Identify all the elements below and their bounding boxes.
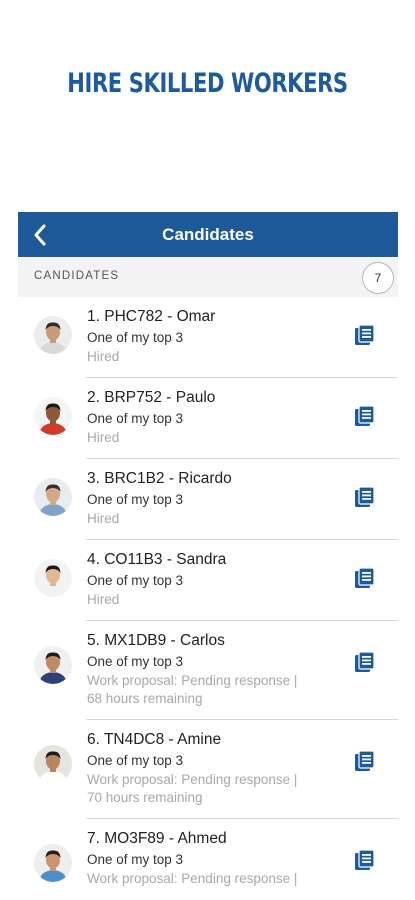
document-icon (355, 486, 375, 507)
candidate-name: 3. BRC1B2 - Ricardo (87, 470, 232, 487)
document-icon (355, 405, 375, 426)
candidate-status: Work proposal: Pending response | (87, 673, 298, 688)
candidate-name: 4. CO11B3 - Sandra (87, 551, 227, 568)
candidate-info: 2. BRP752 - Paulo One of my top 3 Hired (87, 387, 338, 447)
candidate-row[interactable]: 1. PHC782 - Omar One of my top 3 Hired (18, 297, 398, 378)
candidate-subtitle: One of my top 3 (87, 852, 184, 867)
candidate-row[interactable]: 5. MX1DB9 - Carlos One of my top 3 Work pr… (18, 621, 398, 720)
document-icon (355, 567, 375, 588)
candidate-subtitle: One of my top 3 (87, 573, 184, 588)
section-label: CANDIDATES (34, 270, 120, 282)
document-button[interactable] (354, 486, 376, 508)
candidate-info: 3. BRC1B2 - Ricardo One of my top 3 Hired (87, 468, 338, 528)
candidates-screen: Candidates CANDIDATES 7 1. PHC782 - Omar… (18, 212, 398, 900)
avatar (34, 844, 72, 882)
candidate-info: 4. CO11B3 - Sandra One of my top 3 Hired (87, 549, 338, 609)
candidate-status: Work proposal: Pending response | (87, 772, 298, 787)
candidate-name: 2. BRP752 - Paulo (87, 389, 216, 406)
candidate-row[interactable]: 3. BRC1B2 - Ricardo One of my top 3 Hired (18, 459, 398, 540)
document-icon (355, 849, 375, 870)
section-header: CANDIDATES 7 (18, 257, 398, 297)
document-icon (355, 651, 375, 672)
candidate-subtitle: One of my top 3 (87, 411, 184, 426)
candidate-row[interactable]: 4. CO11B3 - Sandra One of my top 3 Hired (18, 540, 398, 621)
document-icon (355, 324, 375, 345)
document-button[interactable] (354, 405, 376, 427)
navigation-bar: Candidates (18, 212, 398, 257)
candidate-name: 1. PHC782 - Omar (87, 308, 216, 325)
avatar (34, 745, 72, 783)
candidate-name: 6. TN4DC8 - Amine (87, 731, 222, 748)
document-button[interactable] (354, 567, 376, 589)
candidate-row[interactable]: 6. TN4DC8 - Amine One of my top 3 Work pro… (18, 720, 398, 819)
document-button[interactable] (354, 324, 376, 346)
candidate-info: 7. MO3F89 - Ahmed One of my top 3 Work pro… (87, 828, 338, 888)
document-button[interactable] (354, 651, 376, 673)
count-badge: 7 (362, 262, 394, 294)
avatar (34, 316, 72, 354)
document-icon (355, 750, 375, 771)
avatar (34, 559, 72, 597)
candidate-status: Hired (87, 592, 120, 607)
document-button[interactable] (354, 849, 376, 871)
candidate-status: Hired (87, 511, 120, 526)
candidate-subtitle: One of my top 3 (87, 654, 184, 669)
avatar (34, 397, 72, 435)
candidate-status-detail: 70 hours remaining (87, 790, 203, 805)
candidate-status: Work proposal: Pending response | (87, 871, 298, 886)
candidate-subtitle: One of my top 3 (87, 492, 184, 507)
candidate-name: 5. MX1DB9 - Carlos (87, 632, 225, 649)
candidate-list: 1. PHC782 - Omar One of my top 3 Hired 2. B… (18, 297, 398, 900)
avatar (34, 646, 72, 684)
candidate-status-detail: 68 hours remaining (87, 691, 203, 706)
candidate-info: 1. PHC782 - Omar One of my top 3 Hired (87, 306, 338, 366)
candidate-subtitle: One of my top 3 (87, 330, 184, 345)
candidate-row[interactable]: 2. BRP752 - Paulo One of my top 3 Hired (18, 378, 398, 459)
avatar (34, 478, 72, 516)
candidate-name: 7. MO3F89 - Ahmed (87, 830, 227, 847)
candidate-status: Hired (87, 430, 120, 445)
page-title: HIRE SKILLED WORKERS (67, 68, 348, 99)
candidate-info: 6. TN4DC8 - Amine One of my top 3 Work pro… (87, 729, 338, 807)
document-button[interactable] (354, 750, 376, 772)
candidate-status: Hired (87, 349, 120, 364)
nav-title: Candidates (162, 225, 254, 244)
candidate-row[interactable]: 7. MO3F89 - Ahmed One of my top 3 Work pro… (18, 819, 398, 900)
candidate-info: 5. MX1DB9 - Carlos One of my top 3 Work pr… (87, 630, 338, 708)
candidate-subtitle: One of my top 3 (87, 753, 184, 768)
